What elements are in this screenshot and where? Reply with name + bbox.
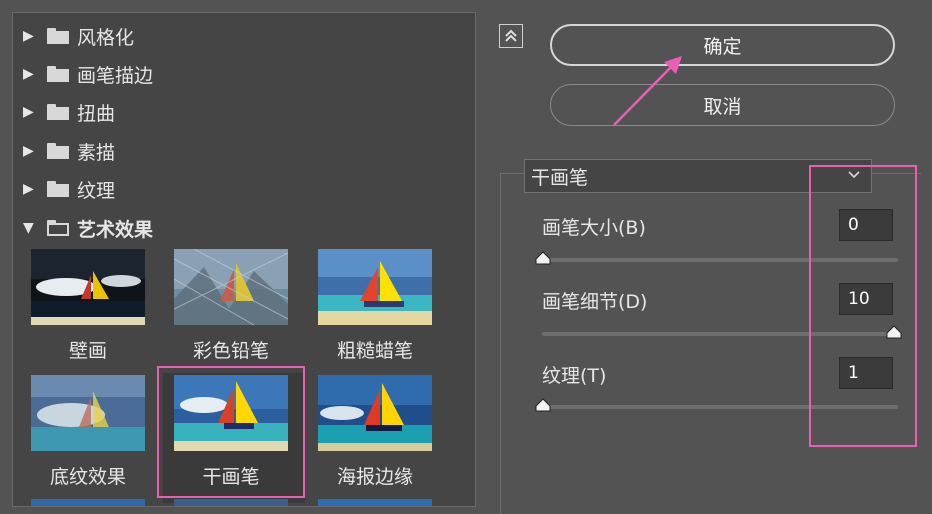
folder-icon	[47, 104, 69, 120]
folder-icon	[47, 143, 69, 159]
category-label: 扭曲	[77, 102, 116, 125]
collapse-gallery-button[interactable]	[499, 24, 523, 48]
brush-size-slider-track[interactable]	[542, 258, 898, 262]
brush-detail-slider-handle[interactable]	[886, 325, 902, 339]
folder-icon	[47, 181, 69, 197]
brush-detail-slider-track[interactable]	[542, 332, 898, 336]
brush-detail-input[interactable]: 10	[839, 283, 893, 315]
filter-select-dropdown[interactable]: 干画笔	[524, 159, 872, 193]
open-folder-icon	[47, 220, 69, 236]
expand-triangle-icon: ▶	[23, 181, 34, 197]
thumbnail-next-row[interactable]	[318, 499, 432, 506]
folder-icon	[47, 66, 69, 82]
cancel-button-label: 取消	[703, 95, 742, 118]
category-label: 纹理	[77, 179, 116, 202]
texture-label: 纹理(T)	[542, 365, 607, 387]
thumbnail-fresco[interactable]	[31, 249, 145, 325]
thumbnail-underpainting[interactable]	[31, 375, 145, 451]
thumbnail-next-row[interactable]	[174, 499, 288, 506]
pointer-arrow-icon	[613, 56, 682, 126]
collapse-up-icon	[505, 29, 517, 42]
category-label: 画笔描边	[77, 64, 154, 87]
thumbnail-label: 壁画	[68, 340, 107, 362]
filter-gallery-list: ▶ 风格化 ▶ 画笔描边 ▶ 扭曲 ▶ 素描 ▶ 纹理 ▼ 艺术效果 壁画 彩色…	[12, 12, 476, 507]
collapse-triangle-icon: ▼	[23, 220, 34, 236]
texture-input[interactable]: 1	[839, 357, 893, 389]
chevron-down-icon	[848, 171, 860, 179]
filter-select-value: 干画笔	[531, 166, 589, 189]
folder-icon	[47, 28, 69, 44]
category-sketch[interactable]: ▶ 素描	[13, 132, 475, 170]
thumbnail-dry-brush[interactable]	[174, 375, 288, 451]
thumbnail-label: 彩色铅笔	[192, 340, 269, 362]
category-label: 素描	[77, 141, 116, 164]
category-texture[interactable]: ▶ 纹理	[13, 170, 475, 208]
thumbnail-label: 干画笔	[202, 466, 260, 488]
thumbnail-label: 底纹效果	[49, 466, 126, 488]
expand-triangle-icon: ▶	[23, 66, 34, 82]
category-brush-strokes[interactable]: ▶ 画笔描边	[13, 55, 475, 93]
texture-slider-track[interactable]	[542, 405, 898, 409]
thumbnail-label: 海报边缘	[336, 466, 413, 488]
expand-triangle-icon: ▶	[23, 104, 34, 120]
brush-size-slider-handle[interactable]	[535, 251, 551, 265]
category-stylize[interactable]: ▶ 风格化	[13, 17, 475, 55]
expand-triangle-icon: ▶	[23, 143, 34, 159]
category-artistic[interactable]: ▼ 艺术效果	[13, 209, 475, 247]
thumbnail-poster-edges[interactable]	[318, 375, 432, 451]
thumbnail-rough-pastels[interactable]	[318, 249, 432, 325]
category-label: 风格化	[77, 26, 135, 49]
brush-size-label: 画笔大小(B)	[542, 217, 646, 239]
thumbnail-colored-pencil[interactable]	[174, 249, 288, 325]
brush-detail-label: 画笔细节(D)	[542, 291, 648, 313]
expand-triangle-icon: ▶	[23, 28, 34, 44]
category-distort[interactable]: ▶ 扭曲	[13, 93, 475, 131]
brush-size-input[interactable]: 0	[839, 209, 893, 241]
texture-slider-handle[interactable]	[535, 398, 551, 412]
category-label: 艺术效果	[77, 218, 154, 241]
thumbnail-next-row[interactable]	[31, 499, 145, 506]
ok-button-label: 确定	[703, 35, 742, 58]
thumbnail-label: 粗糙蜡笔	[336, 340, 413, 362]
